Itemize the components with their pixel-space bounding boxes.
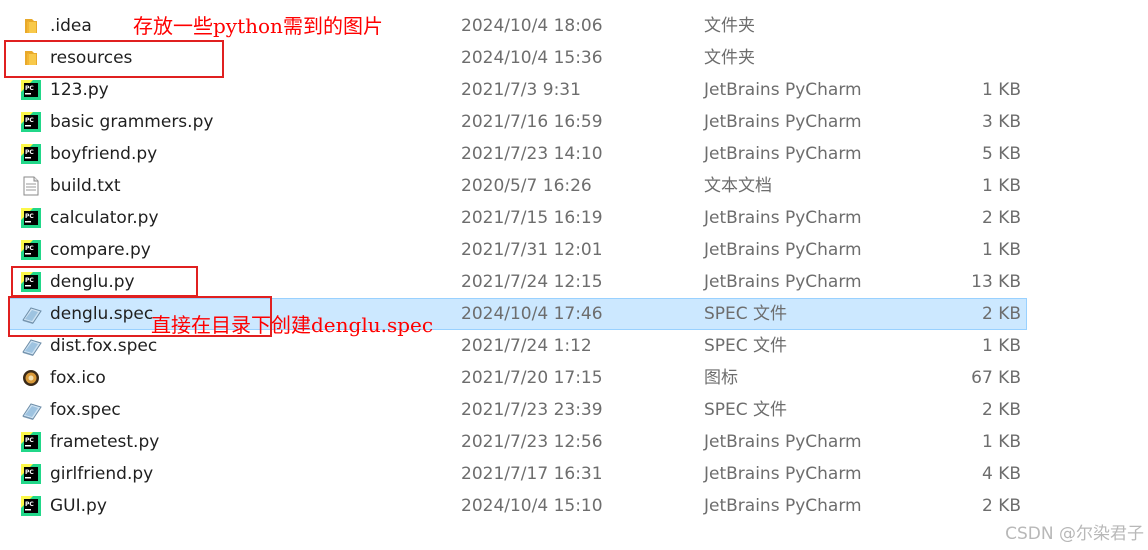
file-type: SPEC 文件 [704,400,788,420]
pycharm-file-icon: PC [21,144,41,164]
file-type: 文件夹 [704,16,755,36]
file-date-modified: 2020/5/7 16:26 [461,176,592,196]
file-date-modified: 2024/10/4 15:10 [461,496,603,516]
file-size: 13 KB [971,272,1021,292]
file-size: 67 KB [971,368,1021,388]
file-size: 2 KB [981,304,1021,324]
file-type: JetBrains PyCharm [704,240,862,260]
file-date-modified: 2021/7/15 16:19 [461,208,603,228]
fox-ico-icon [21,368,41,388]
file-type: SPEC 文件 [704,304,788,324]
file-type: JetBrains PyCharm [704,496,862,516]
file-type: JetBrains PyCharm [704,272,862,292]
file-row[interactable]: PC compare.py 2021/7/31 12:01 JetBrains PyC… [0,234,1148,266]
file-name: frametest.py [50,432,160,452]
svg-text:PC: PC [25,117,34,124]
file-name: girlfriend.py [50,464,154,484]
file-row[interactable]: fox.ico 2021/7/20 17:15 图标 67 KB [0,362,1148,394]
file-date-modified: 2024/10/4 18:06 [461,16,603,36]
file-date-modified: 2021/7/16 16:59 [461,112,603,132]
spec-file-icon [21,336,42,356]
svg-text:PC: PC [25,213,34,220]
svg-text:PC: PC [25,149,34,156]
folder-icon [21,16,41,36]
file-date-modified: 2021/7/20 17:15 [461,368,603,388]
pycharm-file-icon: PC [21,432,41,452]
svg-text:PC: PC [25,437,34,444]
svg-text:PC: PC [25,469,34,476]
pycharm-file-icon: PC [21,496,41,516]
file-date-modified: 2024/10/4 15:36 [461,48,603,68]
file-type: JetBrains PyCharm [704,208,862,228]
file-name: compare.py [50,240,151,260]
file-date-modified: 2021/7/23 14:10 [461,144,603,164]
file-name: boyfriend.py [50,144,158,164]
file-type: 图标 [704,368,738,388]
annotation-box-resources [4,40,224,78]
file-name: calculator.py [50,208,159,228]
svg-text:PC: PC [25,85,34,92]
file-type: JetBrains PyCharm [704,464,862,484]
file-name: basic grammers.py [50,112,214,132]
file-size: 2 KB [981,208,1021,228]
file-size: 1 KB [981,240,1021,260]
file-type: JetBrains PyCharm [704,112,862,132]
file-type: JetBrains PyCharm [704,432,862,452]
svg-text:PC: PC [25,501,34,508]
file-size: 1 KB [981,176,1021,196]
annotation-spec-note: 直接在目录下创建denglu.spec [151,313,434,337]
file-name: .idea [50,16,92,36]
file-row[interactable]: fox.spec 2021/7/23 23:39 SPEC 文件 2 KB [0,394,1148,426]
text-file-icon [21,176,41,196]
file-type: 文件夹 [704,48,755,68]
file-row[interactable]: PC girlfriend.py 2021/7/17 16:31 JetBrains … [0,458,1148,490]
file-date-modified: 2021/7/23 23:39 [461,400,603,420]
file-row[interactable]: PC boyfriend.py 2021/7/23 14:10 JetBrains P… [0,138,1148,170]
file-row[interactable]: PC 123.py 2021/7/3 9:31 JetBrains PyCharm 1 … [0,74,1148,106]
file-name: fox.ico [50,368,106,388]
pycharm-file-icon: PC [21,80,41,100]
annotation-box-denglu-py [11,266,198,297]
file-date-modified: 2021/7/17 16:31 [461,464,603,484]
file-type: JetBrains PyCharm [704,144,862,164]
pycharm-file-icon: PC [21,208,41,228]
file-date-modified: 2021/7/31 12:01 [461,240,603,260]
file-row[interactable]: PC GUI.py 2024/10/4 15:10 JetBrains PyCharm… [0,490,1148,522]
file-row[interactable]: PC calculator.py 2021/7/15 16:19 JetBrains … [0,202,1148,234]
file-date-modified: 2021/7/24 12:15 [461,272,603,292]
file-size: 2 KB [981,496,1021,516]
file-date-modified: 2021/7/23 12:56 [461,432,603,452]
annotation-resources-note: 存放一些python需到的图片 [133,14,383,38]
file-row[interactable]: PC basic grammers.py 2021/7/16 16:59 JetBra… [0,106,1148,138]
svg-text:PC: PC [25,245,34,252]
file-size: 3 KB [981,112,1021,132]
file-date-modified: 2021/7/24 1:12 [461,336,592,356]
file-size: 4 KB [981,464,1021,484]
file-name: 123.py [50,80,109,100]
file-size: 2 KB [981,400,1021,420]
file-row[interactable]: build.txt 2020/5/7 16:26 文本文档 1 KB [0,170,1148,202]
spec-file-icon [21,400,42,420]
file-date-modified: 2021/7/3 9:31 [461,80,581,100]
file-size: 1 KB [981,80,1021,100]
file-name: fox.spec [50,400,121,420]
pycharm-file-icon: PC [21,240,41,260]
pycharm-file-icon: PC [21,464,41,484]
watermark: CSDN @尔染君子 [1005,524,1144,544]
file-row[interactable]: PC frametest.py 2021/7/23 12:56 JetBrains P… [0,426,1148,458]
file-name: GUI.py [50,496,107,516]
file-type: 文本文档 [704,176,772,196]
file-name: build.txt [50,176,121,196]
file-date-modified: 2024/10/4 17:46 [461,304,603,324]
file-type: SPEC 文件 [704,336,788,356]
file-size: 1 KB [981,432,1021,452]
pycharm-file-icon: PC [21,112,41,132]
file-size: 5 KB [981,144,1021,164]
file-type: JetBrains PyCharm [704,80,862,100]
file-size: 1 KB [981,336,1021,356]
